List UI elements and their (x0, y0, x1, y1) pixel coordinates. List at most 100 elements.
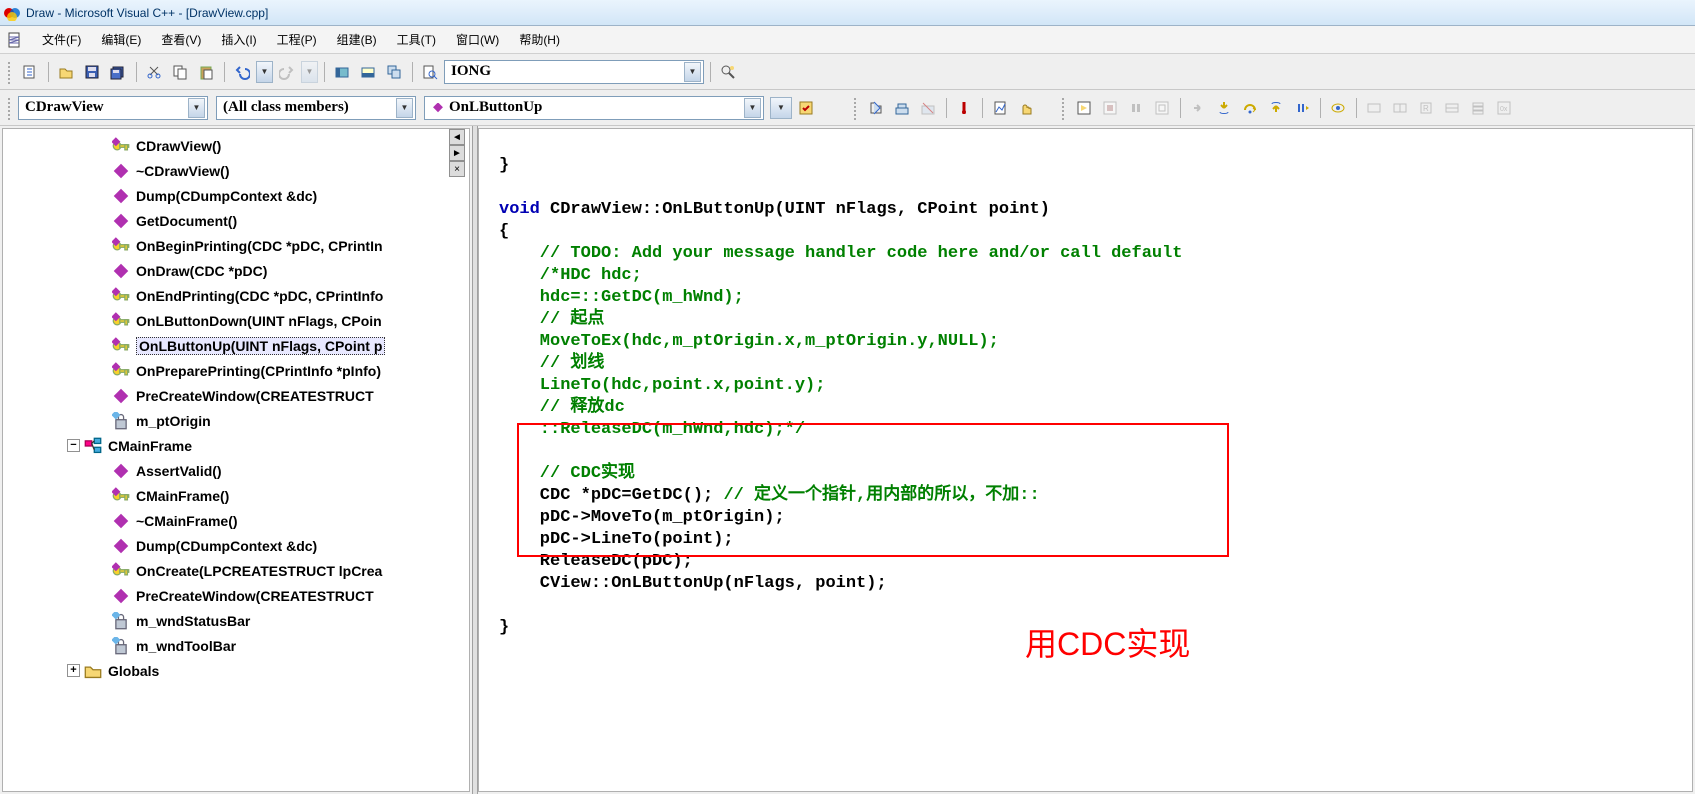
tree-item[interactable]: ~CDrawView() (3, 158, 469, 183)
go-button[interactable] (770, 97, 792, 119)
menu-insert[interactable]: 插入(I) (211, 28, 266, 51)
find-button[interactable] (716, 60, 740, 84)
variables-button[interactable] (1388, 96, 1412, 120)
tree-item[interactable]: OnDraw(CDC *pDC) (3, 258, 469, 283)
find-dropdown-arrow[interactable] (684, 62, 701, 82)
tree-item[interactable]: AssertValid() (3, 458, 469, 483)
nav-left-icon[interactable]: ◄ (449, 129, 465, 145)
menu-build[interactable]: 组建(B) (327, 28, 387, 51)
filter-combo[interactable]: (All class members) (216, 96, 416, 120)
tree-item[interactable]: m_ptOrigin (3, 408, 469, 433)
breakpoint-hand-icon[interactable] (1014, 96, 1038, 120)
undo-dropdown[interactable] (256, 61, 273, 83)
tree-item[interactable]: OnEndPrinting(CDC *pDC, CPrintInfo (3, 283, 469, 308)
menu-edit[interactable]: 编辑(E) (91, 28, 151, 51)
tree-item[interactable]: OnBeginPrinting(CDC *pDC, CPrintIn (3, 233, 469, 258)
toolbar-grip[interactable] (6, 60, 12, 84)
memory-button[interactable] (1440, 96, 1464, 120)
tree-item[interactable]: OnPreparePrinting(CPrintInfo *pInfo) (3, 358, 469, 383)
callstack-button[interactable] (1466, 96, 1490, 120)
cut-button[interactable] (142, 60, 166, 84)
class-combo-arrow[interactable] (188, 98, 205, 118)
find-combo[interactable]: IONG (444, 60, 704, 84)
menu-help[interactable]: 帮助(H) (509, 28, 570, 51)
build-button[interactable] (890, 96, 914, 120)
menu-tools[interactable]: 工具(T) (387, 28, 446, 51)
find-in-files-button[interactable] (418, 60, 442, 84)
stop-debug-button[interactable] (1098, 96, 1122, 120)
tree-item[interactable]: Dump(CDumpContext &dc) (3, 183, 469, 208)
menu-window[interactable]: 窗口(W) (446, 28, 509, 51)
stop-build-button[interactable] (916, 96, 940, 120)
break-debug-button[interactable] (1124, 96, 1148, 120)
redo-button[interactable] (275, 60, 299, 84)
tree-item[interactable]: CMainFrame() (3, 483, 469, 508)
disassembly-button[interactable]: 0x (1492, 96, 1516, 120)
code-editor[interactable]: } void CDrawView::OnLButtonUp(UINT nFlag… (479, 129, 1692, 643)
tree-item[interactable]: Dump(CDumpContext &dc) (3, 533, 469, 558)
run-to-cursor-button[interactable] (1290, 96, 1314, 120)
diamond-icon (112, 388, 130, 404)
show-next-button[interactable] (1186, 96, 1210, 120)
tree-item[interactable]: PreCreateWindow(CREATESTRUCT (3, 383, 469, 408)
tree-item-label: AssertValid() (136, 463, 222, 479)
tree-item[interactable]: CDrawView() (3, 133, 469, 158)
tree-item[interactable]: m_wndStatusBar (3, 608, 469, 633)
code-editor-pane[interactable]: } void CDrawView::OnLButtonUp(UINT nFlag… (478, 128, 1693, 792)
actions-button[interactable] (794, 96, 818, 120)
step-over-button[interactable] (1238, 96, 1262, 120)
redo-dropdown[interactable] (301, 61, 318, 83)
menu-view[interactable]: 查看(V) (151, 28, 211, 51)
tree-item[interactable]: ~CMainFrame() (3, 508, 469, 533)
nav-right-icon[interactable]: ► (449, 145, 465, 161)
filter-combo-arrow[interactable] (396, 98, 413, 118)
menu-project[interactable]: 工程(P) (267, 28, 327, 51)
workspace-button[interactable] (330, 60, 354, 84)
open-button[interactable] (54, 60, 78, 84)
toolbar-grip-2[interactable] (6, 96, 12, 120)
apply-changes-button[interactable] (1150, 96, 1174, 120)
tree-item-label: OnEndPrinting(CDC *pDC, CPrintInfo (136, 288, 383, 304)
tree-item[interactable]: OnLButtonDown(UINT nFlags, CPoin (3, 308, 469, 333)
tree-item[interactable]: PreCreateWindow(CREATESTRUCT (3, 583, 469, 608)
tree-item[interactable]: −CMainFrame (3, 433, 469, 458)
tree-item[interactable]: OnLButtonUp(UINT nFlags, CPoint p (3, 333, 469, 358)
member-combo[interactable]: OnLButtonUp (424, 96, 764, 120)
collapse-icon[interactable]: − (67, 439, 80, 452)
tree-item[interactable]: OnCreate(LPCREATESTRUCT lpCrea (3, 558, 469, 583)
step-out-button[interactable] (1264, 96, 1288, 120)
compile-button[interactable] (864, 96, 888, 120)
step-into-button[interactable] (1212, 96, 1236, 120)
class-combo[interactable]: CDrawView (18, 96, 208, 120)
tree-item[interactable]: m_wndToolBar (3, 633, 469, 658)
tree-item-label: GetDocument() (136, 213, 237, 229)
copy-button[interactable] (168, 60, 192, 84)
output-button[interactable] (356, 60, 380, 84)
menu-file[interactable]: 文件(F) (32, 28, 91, 51)
document-icon[interactable] (6, 32, 22, 48)
svg-text:0x: 0x (1500, 106, 1508, 113)
member-combo-arrow[interactable] (744, 98, 761, 118)
save-all-button[interactable] (106, 60, 130, 84)
diamond-icon (431, 103, 445, 113)
tree-item[interactable]: +Globals (3, 658, 469, 683)
window-list-button[interactable] (382, 60, 406, 84)
quickwatch-button[interactable] (1326, 96, 1350, 120)
paste-button[interactable] (194, 60, 218, 84)
watch-button[interactable] (1362, 96, 1386, 120)
toolbar-grip-3[interactable] (852, 96, 858, 120)
registers-button[interactable]: R (1414, 96, 1438, 120)
expand-icon[interactable]: + (67, 664, 80, 677)
execute-button[interactable] (952, 96, 976, 120)
tree-item-label: m_wndToolBar (136, 638, 236, 654)
save-button[interactable] (80, 60, 104, 84)
toolbar-grip-4[interactable] (1060, 96, 1066, 120)
class-tree[interactable]: CDrawView()~CDrawView()Dump(CDumpContext… (3, 129, 469, 791)
restart-debug-button[interactable] (1072, 96, 1096, 120)
undo-button[interactable] (230, 60, 254, 84)
new-text-file-button[interactable] (18, 60, 42, 84)
go-debug-button[interactable] (988, 96, 1012, 120)
nav-close-icon[interactable]: × (449, 161, 465, 177)
find-text[interactable]: IONG (451, 63, 684, 80)
tree-item[interactable]: GetDocument() (3, 208, 469, 233)
